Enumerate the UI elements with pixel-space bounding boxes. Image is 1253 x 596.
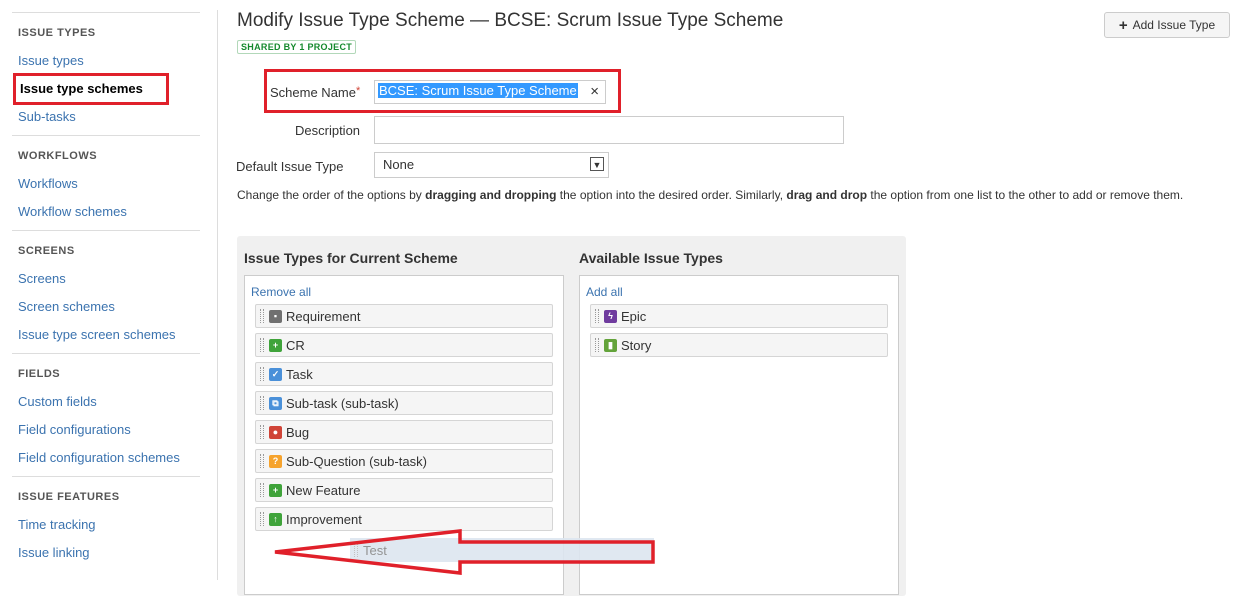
default-issue-type-value: None	[383, 157, 415, 172]
drag-handle-icon[interactable]	[260, 309, 264, 323]
description-input[interactable]	[374, 116, 844, 144]
list-item-label: New Feature	[286, 482, 361, 498]
sidebar-header: ISSUE TYPES	[18, 27, 96, 39]
sidebar-section-issue-types: ISSUE TYPES Issue types Issue type schem…	[12, 12, 200, 135]
sidebar-divider	[217, 10, 218, 580]
drag-handle-icon[interactable]	[260, 425, 264, 439]
annotation-arrow-icon	[274, 529, 655, 575]
list-item-label: Requirement	[286, 308, 361, 324]
drag-handle-icon[interactable]	[260, 512, 264, 526]
sidebar-item-screens[interactable]: Screens	[12, 265, 200, 293]
list-item-label: Improvement	[286, 511, 362, 527]
scheme-name-input[interactable]: BCSE: Scrum Issue Type Scheme ×	[374, 80, 606, 104]
sidebar-item-issue-type-schemes[interactable]: Issue type schemes	[13, 73, 169, 105]
remove-all-link[interactable]: Remove all	[251, 285, 311, 299]
list-item-label: Sub-task (sub-task)	[286, 395, 399, 411]
list-item-label: Task	[286, 366, 313, 382]
sidebar-section-fields: FIELDS Custom fields Field configuration…	[12, 353, 200, 476]
list-item-label: CR	[286, 337, 305, 353]
drag-handle-icon[interactable]	[595, 338, 599, 352]
sidebar-item-field-configurations[interactable]: Field configurations	[12, 416, 200, 444]
plus-icon: +	[269, 338, 282, 352]
add-issue-type-button[interactable]: + Add Issue Type	[1104, 12, 1230, 38]
page-title: Modify Issue Type Scheme — BCSE: Scrum I…	[237, 10, 784, 31]
list-item[interactable]: + New Feature	[255, 478, 553, 502]
sidebar-item-workflow-schemes[interactable]: Workflow schemes	[12, 198, 200, 226]
current-scheme-title: Issue Types for Current Scheme	[244, 250, 458, 266]
add-issue-type-label: Add Issue Type	[1132, 18, 1216, 32]
sidebar-section-issue-features: ISSUE FEATURES Time tracking Issue linki…	[12, 476, 200, 571]
subtask-icon: ⧉	[269, 396, 282, 410]
checkbox-icon: ✓	[269, 367, 282, 381]
bug-icon: ●	[269, 425, 282, 439]
list-item[interactable]: ▪ Requirement	[255, 304, 553, 328]
drag-handle-icon[interactable]	[260, 367, 264, 381]
epic-icon: ϟ	[604, 309, 617, 323]
available-types-title: Available Issue Types	[579, 250, 723, 266]
chevron-down-icon: ▼	[590, 157, 604, 171]
sidebar-header: FIELDS	[18, 368, 61, 380]
add-all-link[interactable]: Add all	[586, 285, 623, 299]
list-item-label: Sub-Question (sub-task)	[286, 453, 427, 469]
plus-icon: +	[269, 483, 282, 497]
sidebar-header: ISSUE FEATURES	[18, 491, 120, 503]
list-item[interactable]: ▮ Story	[590, 333, 888, 357]
list-item[interactable]: ϟ Epic	[590, 304, 888, 328]
default-issue-type-select[interactable]: None ▼	[374, 152, 609, 178]
shared-project-badge[interactable]: SHARED BY 1 PROJECT	[237, 40, 357, 54]
list-item-label: Story	[621, 337, 652, 353]
list-item[interactable]: ● Bug	[255, 420, 553, 444]
drag-handle-icon[interactable]	[260, 396, 264, 410]
plus-icon: +	[1118, 16, 1128, 34]
admin-sidebar: ISSUE TYPES Issue types Issue type schem…	[12, 12, 200, 571]
default-issue-type-label: Default Issue Type	[236, 159, 344, 174]
list-item[interactable]: ⧉ Sub-task (sub-task)	[255, 391, 553, 415]
sidebar-item-issue-type-screen-schemes[interactable]: Issue type screen schemes	[12, 321, 200, 349]
arrow-up-icon: ↑	[269, 512, 282, 526]
scheme-name-label: Scheme Name*	[270, 85, 361, 100]
sidebar-item-field-configuration-schemes[interactable]: Field configuration schemes	[12, 444, 200, 472]
story-icon: ▮	[604, 338, 617, 352]
list-item[interactable]: + CR	[255, 333, 553, 357]
description-label: Description	[295, 123, 361, 138]
list-item-label: Epic	[621, 308, 647, 324]
clear-icon[interactable]: ×	[590, 83, 599, 100]
sidebar-header: SCREENS	[18, 245, 75, 257]
drag-handle-icon[interactable]	[260, 454, 264, 468]
sidebar-section-screens: SCREENS Screens Screen schemes Issue typ…	[12, 230, 200, 353]
sidebar-section-workflows: WORKFLOWS Workflows Workflow schemes	[12, 135, 200, 230]
sidebar-item-workflows[interactable]: Workflows	[12, 170, 200, 198]
list-item[interactable]: ? Sub-Question (sub-task)	[255, 449, 553, 473]
question-icon: ?	[269, 454, 282, 468]
help-text: Change the order of the options by dragg…	[237, 188, 1184, 202]
drag-handle-icon[interactable]	[595, 309, 599, 323]
sidebar-item-issue-linking[interactable]: Issue linking	[12, 539, 200, 567]
scheme-name-value: BCSE: Scrum Issue Type Scheme	[378, 83, 578, 98]
drag-handle-icon[interactable]	[260, 338, 264, 352]
list-item-label: Bug	[286, 424, 310, 440]
sidebar-header: WORKFLOWS	[18, 150, 98, 162]
requirement-icon: ▪	[269, 309, 282, 323]
sidebar-item-custom-fields[interactable]: Custom fields	[12, 388, 200, 416]
sidebar-item-time-tracking[interactable]: Time tracking	[12, 511, 200, 539]
drag-handle-icon[interactable]	[260, 483, 264, 497]
sidebar-item-screen-schemes[interactable]: Screen schemes	[12, 293, 200, 321]
sidebar-item-sub-tasks[interactable]: Sub-tasks	[12, 103, 200, 131]
list-item[interactable]: ✓ Task	[255, 362, 553, 386]
sidebar-item-issue-types[interactable]: Issue types	[12, 47, 200, 75]
